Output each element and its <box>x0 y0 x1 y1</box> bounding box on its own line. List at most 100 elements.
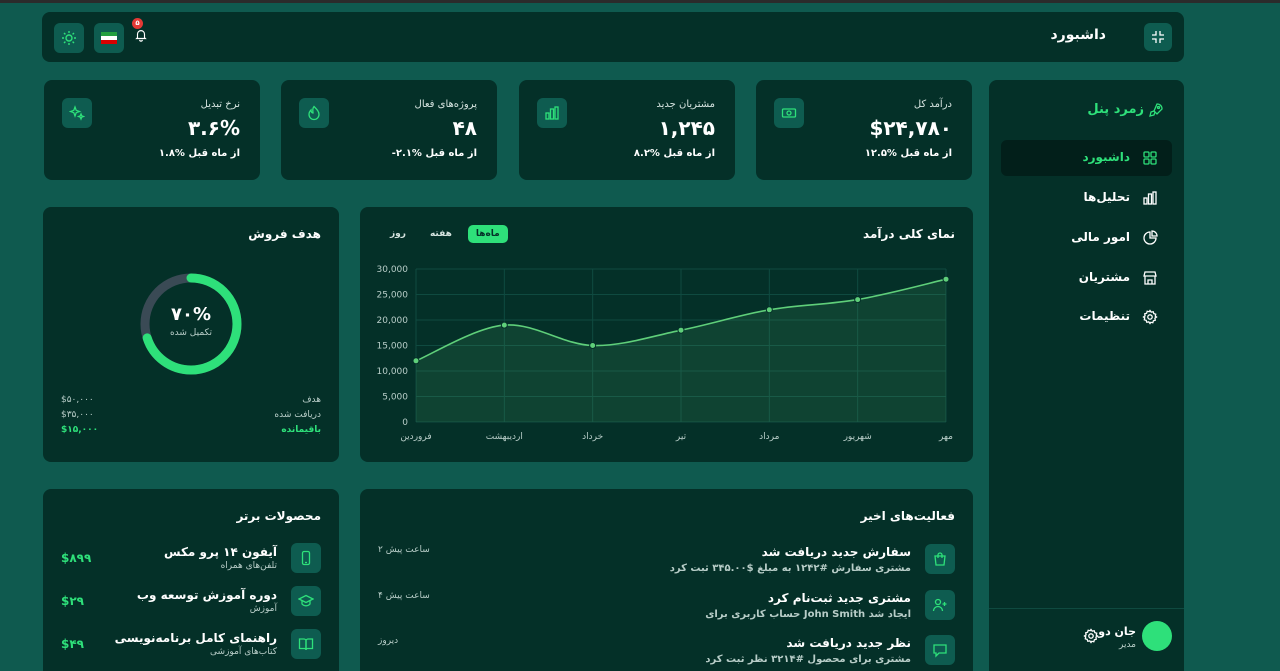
sidebar-item-label: داشبورد <box>1082 150 1130 164</box>
chart-point <box>854 296 862 304</box>
product-item[interactable]: راهنمای کامل برنامه‌نویسی کتاب‌های آموزش… <box>61 629 321 661</box>
chart-point <box>942 275 950 283</box>
stat-value: ۳.۶% <box>187 116 240 140</box>
stat-icon-box <box>62 98 92 128</box>
shopping-bag-icon <box>934 552 946 566</box>
sidebar-item-settings[interactable]: تنظیمات <box>1001 299 1172 335</box>
goal-title: هدف فروش <box>248 227 321 241</box>
goal-row-value: $۱۵,۰۰۰ <box>61 425 99 435</box>
product-name: آیفون ۱۴ پرو مکس <box>163 545 277 559</box>
product-price: $۲۹ <box>61 594 84 608</box>
sun-icon <box>62 31 76 45</box>
activity-item[interactable]: مشتری جدید ثبت‌نام کرد حساب کاربری برای … <box>378 590 955 630</box>
sidebar-item-label: امور مالی <box>1071 230 1130 244</box>
stat-icon-box <box>774 98 804 128</box>
rocket-icon <box>1149 103 1163 117</box>
goal-row-remaining: باقیمانده $۱۵,۰۰۰ <box>61 425 321 437</box>
goal-row-key: باقیمانده <box>281 425 321 435</box>
brand-name: زمرد پنل <box>1087 102 1144 117</box>
stat-icon-box <box>537 98 567 128</box>
recent-activities-card: فعالیت‌های اخیر سفارش جدید دریافت شد مشت… <box>360 489 973 671</box>
sidebar-item-label: مشتریان <box>1078 270 1130 284</box>
activity-time: ۴ ساعت پیش <box>378 591 430 601</box>
stat-value: ۴۸ <box>452 116 477 140</box>
user-name: جان دو <box>1098 625 1136 638</box>
chart-y-tick-label: 10,000 <box>377 367 409 377</box>
notification-button[interactable]: ۵ <box>132 18 150 42</box>
theme-toggle-button[interactable] <box>54 23 84 53</box>
chart-point <box>677 326 685 334</box>
product-name: راهنمای کامل برنامه‌نویسی <box>114 631 277 645</box>
activity-time: دیروز <box>378 636 399 646</box>
user-plus-icon <box>932 598 947 612</box>
product-item[interactable]: آیفون ۱۴ پرو مکس تلفن‌های همراه $۸۹۹ <box>61 543 321 575</box>
activity-item[interactable]: سفارش جدید دریافت شد مشتری سفارش #۱۲۴۲ ب… <box>378 544 955 584</box>
notification-badge: ۵ <box>132 18 143 29</box>
activity-icon-box <box>925 635 955 665</box>
chart-x-tick-label: فروردین <box>400 432 431 442</box>
stat-label: درآمد کل <box>913 99 952 110</box>
chart-y-tick-label: 20,000 <box>377 316 409 326</box>
product-name: دوره آموزش توسعه وب <box>136 588 277 602</box>
activity-title: مشتری جدید ثبت‌نام کرد <box>767 591 911 605</box>
chart-point <box>589 342 597 349</box>
gear-icon <box>1142 309 1158 325</box>
product-icon-box <box>291 543 321 573</box>
revenue-chart: 0 5,000 10,000 15,000 20,000 25,000 30,000 فرور… <box>377 265 954 442</box>
book-open-icon <box>298 638 314 651</box>
language-flag-button[interactable] <box>94 23 124 53</box>
smartphone-icon <box>301 550 311 566</box>
chart-x-tick-label: اردیبهشت <box>486 432 523 442</box>
chart-point <box>765 306 773 314</box>
sidebar-item-dashboard[interactable]: داشبورد <box>1001 140 1172 176</box>
sparkles-icon <box>69 105 85 121</box>
collapse-button[interactable] <box>1144 23 1172 51</box>
products-title: محصولات برتر <box>236 509 321 523</box>
product-category: تلفن‌های همراه <box>220 561 277 571</box>
chart-x-tick-label: مرداد <box>759 432 779 442</box>
activity-desc: مشتری برای محصول #۳۲۱۴ نظر ثبت کرد <box>705 654 911 665</box>
chart-point <box>412 357 420 365</box>
sidebar: زمرد پنل داشبورد تحلیل‌ها امور مالی مشتر… <box>989 80 1184 671</box>
activity-desc: مشتری سفارش #۱۲۴۲ به مبلغ $۳۴۵.۰۰ ثبت کر… <box>669 563 911 574</box>
window-top-border <box>0 0 1280 3</box>
product-category: کتاب‌های آموزشی <box>210 647 277 657</box>
collapse-icon <box>1152 31 1164 43</box>
top-header: ۵ داشبورد <box>42 12 1184 62</box>
activity-desc: حساب کاربری برای John Smith ایجاد شد <box>705 609 911 620</box>
product-item[interactable]: دوره آموزش توسعه وب آموزش $۲۹ <box>61 586 321 618</box>
stat-change: ۸.۲% از ماه قبل <box>633 148 715 159</box>
graduation-cap-icon <box>298 594 314 607</box>
chart-x-tick-label: تیر <box>675 432 687 442</box>
flame-icon <box>308 105 320 121</box>
stat-value: $۲۴,۷۸۰ <box>869 116 952 140</box>
activity-item[interactable]: نظر جدید دریافت شد مشتری برای محصول #۳۲۱… <box>378 635 955 671</box>
stat-card-total-revenue: درآمد کل $۲۴,۷۸۰ ۱۲.۵% از ماه قبل <box>756 80 972 180</box>
user-settings-icon[interactable] <box>1083 628 1099 644</box>
activity-title: نظر جدید دریافت شد <box>786 636 911 650</box>
goal-row-value: $۵۰,۰۰۰ <box>61 395 94 405</box>
product-price: $۸۹۹ <box>61 551 92 565</box>
goal-row-target: هدف $۵۰,۰۰۰ <box>61 395 321 407</box>
product-price: $۴۹ <box>61 637 84 651</box>
top-products-card: محصولات برتر آیفون ۱۴ پرو مکس تلفن‌های ه… <box>43 489 339 671</box>
activity-icon-box <box>925 544 955 574</box>
goal-row-key: هدف <box>302 395 321 405</box>
sidebar-item-label: تحلیل‌ها <box>1083 190 1131 204</box>
chart-x-tick-label: خرداد <box>582 432 603 442</box>
cash-icon <box>781 108 797 118</box>
sidebar-item-customers[interactable]: مشتریان <box>1001 260 1172 296</box>
pie-chart-icon <box>1143 230 1158 245</box>
chart-y-tick-label: 15,000 <box>377 342 409 352</box>
sidebar-divider <box>989 608 1184 609</box>
sidebar-item-analytics[interactable]: تحلیل‌ها <box>1001 180 1172 216</box>
stat-card-new-customers: مشتریان جدید ۱,۲۴۵ ۸.۲% از ماه قبل <box>519 80 735 180</box>
chart-y-tick-label: 30,000 <box>377 265 409 275</box>
stat-change: ۱.۸% از ماه قبل <box>158 148 240 159</box>
stat-icon-box <box>299 98 329 128</box>
product-icon-box <box>291 629 321 659</box>
sidebar-item-finance[interactable]: امور مالی <box>1001 220 1172 256</box>
bar-chart-icon <box>1143 191 1157 205</box>
user-role: مدیر <box>1118 640 1136 650</box>
avatar[interactable] <box>1142 621 1172 651</box>
